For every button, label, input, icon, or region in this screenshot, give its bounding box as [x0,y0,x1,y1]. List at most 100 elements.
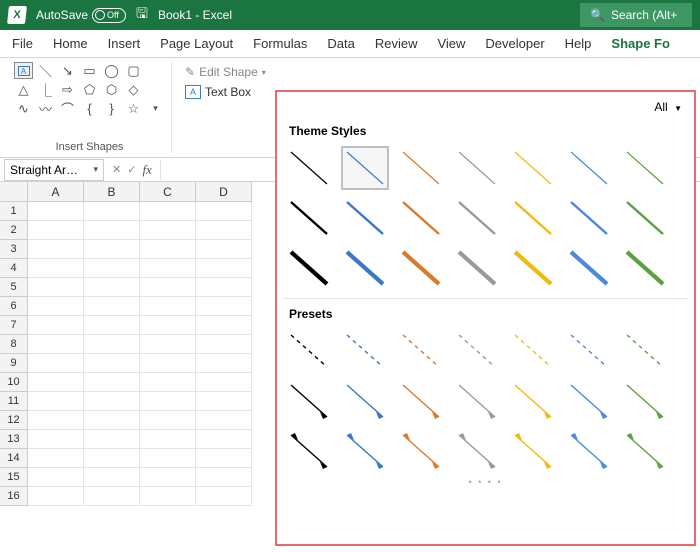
cell[interactable] [84,316,140,335]
cell[interactable] [196,221,252,240]
shape-curve-icon[interactable]: 〰 [36,100,55,117]
cell[interactable] [28,259,84,278]
cell[interactable] [140,202,196,221]
theme-style-swatch[interactable] [565,146,613,190]
preset-style-swatch[interactable] [565,329,613,373]
cell[interactable] [28,335,84,354]
tab-review[interactable]: Review [375,36,418,51]
cell[interactable] [84,468,140,487]
cell[interactable] [140,373,196,392]
preset-style-swatch[interactable] [509,379,557,423]
tab-help[interactable]: Help [565,36,592,51]
row-header[interactable]: 12 [0,411,28,430]
row-header[interactable]: 10 [0,373,28,392]
tab-home[interactable]: Home [53,36,88,51]
theme-style-swatch[interactable] [453,146,501,190]
row-header[interactable]: 7 [0,316,28,335]
tab-page-layout[interactable]: Page Layout [160,36,233,51]
chevron-down-icon[interactable]: ▾ [93,164,98,175]
autosave-toggle[interactable]: AutoSave Off [36,8,126,23]
cell[interactable] [140,240,196,259]
tab-insert[interactable]: Insert [108,36,141,51]
shape-line-icon[interactable]: ＼ [36,62,55,79]
cell[interactable] [140,335,196,354]
gallery-more-icon[interactable]: ▾ [146,100,165,117]
cell[interactable] [196,259,252,278]
row-header[interactable]: 9 [0,354,28,373]
cell[interactable] [140,354,196,373]
cell[interactable] [28,468,84,487]
cell[interactable] [196,335,252,354]
cell[interactable] [28,297,84,316]
shape-connector-icon[interactable]: ⌒ [58,100,77,117]
shape-triangle-icon[interactable]: △ [14,81,33,98]
preset-style-swatch[interactable] [621,329,669,373]
cancel-icon[interactable]: ✕ [112,163,121,176]
tab-formulas[interactable]: Formulas [253,36,307,51]
tab-view[interactable]: View [437,36,465,51]
row-header[interactable]: 1 [0,202,28,221]
row-header[interactable]: 13 [0,430,28,449]
tab-data[interactable]: Data [327,36,354,51]
shape-hexagon-icon[interactable]: ⬡ [102,81,121,98]
cell[interactable] [140,449,196,468]
preset-style-swatch[interactable] [341,379,389,423]
tab-shape-fo[interactable]: Shape Fo [611,36,670,51]
text-box-button[interactable]: A Text Box [182,84,269,100]
preset-style-swatch[interactable] [285,329,333,373]
select-all-corner[interactable] [0,182,28,202]
row-header[interactable]: 5 [0,278,28,297]
column-header[interactable]: C [140,182,196,202]
cell[interactable] [140,487,196,506]
row-header[interactable]: 3 [0,240,28,259]
preset-style-swatch[interactable] [285,429,333,473]
theme-style-swatch[interactable] [285,246,333,290]
shape-pentagon-icon[interactable]: ⬠ [80,81,99,98]
cell[interactable] [28,354,84,373]
theme-style-swatch[interactable] [397,146,445,190]
preset-style-swatch[interactable] [453,379,501,423]
shape-block-arrow-icon[interactable]: ⇨ [58,81,77,98]
cell[interactable] [28,221,84,240]
theme-style-swatch[interactable] [621,146,669,190]
preset-style-swatch[interactable] [565,379,613,423]
resize-handle-icon[interactable]: • • • • [283,477,688,487]
column-header[interactable]: B [84,182,140,202]
theme-style-swatch[interactable] [341,196,389,240]
theme-style-swatch[interactable] [509,146,557,190]
cell[interactable] [28,240,84,259]
cell[interactable] [28,278,84,297]
theme-style-swatch[interactable] [341,146,389,190]
theme-style-swatch[interactable] [621,196,669,240]
preset-style-swatch[interactable] [509,429,557,473]
cell[interactable] [140,278,196,297]
theme-style-swatch[interactable] [509,196,557,240]
shape-diamond-icon[interactable]: ◇ [124,81,143,98]
theme-style-swatch[interactable] [397,196,445,240]
theme-style-swatch[interactable] [341,246,389,290]
cell[interactable] [28,316,84,335]
theme-style-swatch[interactable] [285,196,333,240]
cell[interactable] [28,430,84,449]
theme-style-swatch[interactable] [397,246,445,290]
search-box[interactable]: 🔍 Search (Alt+ [580,3,692,27]
cell[interactable] [140,411,196,430]
preset-style-swatch[interactable] [565,429,613,473]
cell[interactable] [28,373,84,392]
cell[interactable] [196,240,252,259]
preset-style-swatch[interactable] [621,429,669,473]
preset-style-swatch[interactable] [397,429,445,473]
theme-style-swatch[interactable] [621,246,669,290]
cell[interactable] [140,297,196,316]
cell[interactable] [196,354,252,373]
row-header[interactable]: 2 [0,221,28,240]
preset-style-swatch[interactable] [621,379,669,423]
preset-style-swatch[interactable] [285,379,333,423]
theme-style-swatch[interactable] [453,246,501,290]
cell[interactable] [84,449,140,468]
cell[interactable] [196,449,252,468]
preset-style-swatch[interactable] [341,429,389,473]
cell[interactable] [84,487,140,506]
column-header[interactable]: A [28,182,84,202]
theme-style-swatch[interactable] [285,146,333,190]
